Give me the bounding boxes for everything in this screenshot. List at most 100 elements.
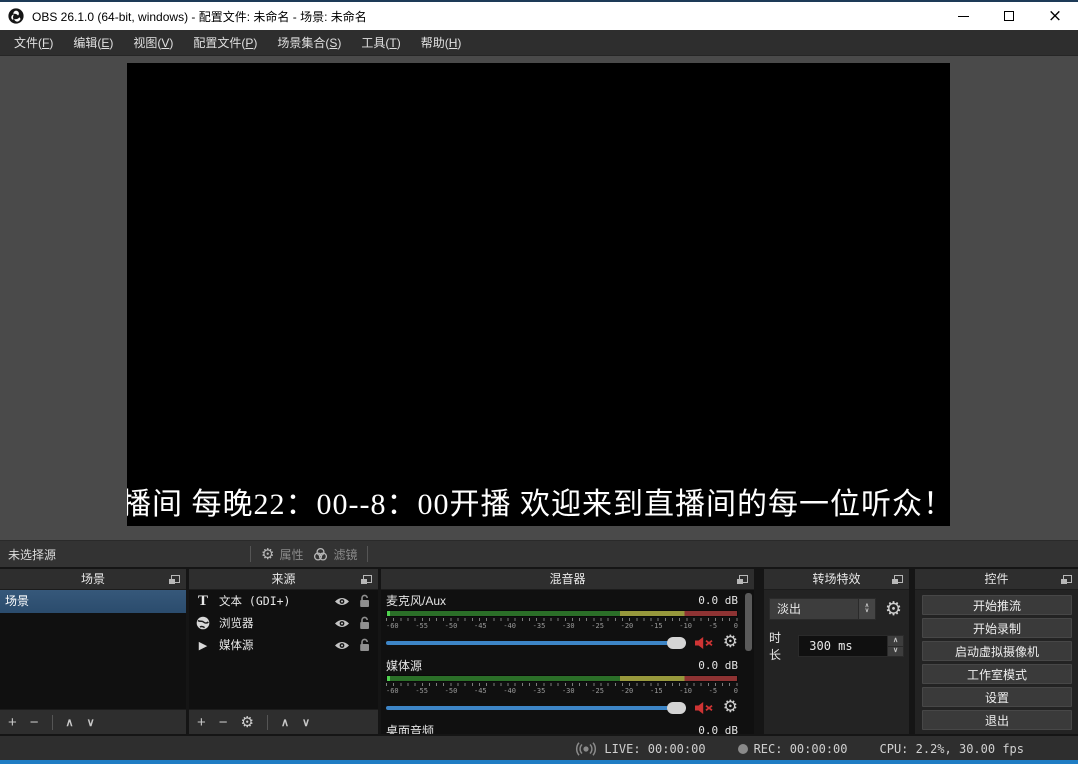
close-button[interactable]: × [1032, 2, 1078, 30]
volume-slider-handle[interactable] [667, 637, 686, 649]
meter-tick-label: 0 [734, 687, 738, 696]
menu-profile[interactable]: 配置文件(P) [183, 30, 267, 55]
rec-timer: REC: 00:00:00 [754, 742, 848, 756]
duration-up-button[interactable]: ∧ [887, 636, 903, 646]
start-streaming-button[interactable]: 开始推流 [922, 595, 1072, 615]
popout-icon [169, 575, 180, 584]
meter-tick-label: -60 [386, 622, 399, 631]
menu-edit[interactable]: 编辑(E) [63, 30, 123, 55]
duration-input[interactable]: 300 ms ∧ ∨ [798, 635, 904, 657]
exit-button[interactable]: 退出 [922, 710, 1072, 730]
visibility-eye-icon[interactable] [334, 618, 350, 629]
controls-buttons: 开始推流 开始录制 启动虚拟摄像机 工作室模式 设置 退出 [915, 590, 1078, 734]
source-name: 媒体源 [219, 637, 326, 653]
dock-area: 场景 场景 + − ∧ ∨ 来源 T 文本 (G [0, 567, 1078, 736]
popout-icon [892, 575, 903, 584]
mute-icon[interactable] [695, 701, 714, 715]
meter-tick-label: -60 [386, 687, 399, 696]
meter-tick-label: -45 [474, 622, 487, 631]
source-list-item[interactable]: T 文本 (GDI+) [189, 590, 378, 612]
meter-tickmarks [386, 683, 738, 686]
sources-header: 来源 [189, 569, 378, 590]
visibility-eye-icon[interactable] [334, 596, 350, 607]
toolbar-separator [367, 546, 368, 562]
window-controls: × [940, 2, 1078, 30]
duration-down-button[interactable]: ∨ [887, 646, 903, 657]
menubar: 文件(F) 编辑(E) 视图(V) 配置文件(P) 场景集合(S) 工具(T) … [0, 30, 1078, 56]
add-source-button[interactable]: + [197, 715, 206, 730]
lock-icon[interactable] [359, 616, 371, 630]
sources-dock: 来源 T 文本 (GDI+) 浏览器 [189, 569, 378, 734]
settings-button[interactable]: 设置 [922, 687, 1072, 707]
scenes-dock: 场景 场景 + − ∧ ∨ [0, 569, 186, 734]
channel-db-value: 0.0 dB [698, 594, 738, 607]
preview-canvas[interactable]: 播间 每晚22：00--8：00开播 欢迎来到直播间的每一位听众！助眠 [127, 63, 950, 526]
live-status: LIVE: 00:00:00 [574, 742, 705, 756]
studio-mode-button[interactable]: 工作室模式 [922, 664, 1072, 684]
scene-list-item[interactable]: 场景 [0, 590, 186, 613]
move-source-up-button[interactable]: ∧ [281, 716, 289, 729]
menu-file[interactable]: 文件(F) [4, 30, 63, 55]
meter-scale: -60-55-50-45-40-35-30-25-20-15-10-50 [386, 687, 738, 696]
move-scene-up-button[interactable]: ∧ [66, 716, 74, 729]
minimize-button[interactable] [940, 2, 986, 30]
mixer-title: 混音器 [381, 569, 754, 590]
remove-source-button[interactable]: − [219, 715, 228, 730]
meter-tick-label: -35 [533, 622, 546, 631]
meter-tick-label: -10 [679, 622, 692, 631]
start-virtual-camera-button[interactable]: 启动虚拟摄像机 [922, 641, 1072, 661]
menu-view[interactable]: 视图(V) [123, 30, 183, 55]
mixer-scrollbar[interactable] [745, 593, 752, 651]
media-source-icon: ▶ [195, 639, 211, 652]
lock-icon[interactable] [359, 594, 371, 608]
combo-spinner[interactable]: ∧ ∨ [858, 599, 875, 619]
transition-gear-icon[interactable]: ⚙ [885, 600, 902, 619]
mixer-content: 麦克风/Aux 0.0 dB -60-55-50-45-40-35-30-25-… [381, 590, 754, 734]
move-source-down-button[interactable]: ∨ [302, 716, 310, 729]
filters-icon [313, 547, 328, 562]
lock-icon[interactable] [359, 638, 371, 652]
record-dot-icon [738, 744, 748, 754]
source-list-item[interactable]: 浏览器 [189, 612, 378, 634]
properties-button[interactable]: ⚙ 属性 [261, 546, 303, 563]
sources-toolbar: + − ⚙ ∧ ∨ [189, 709, 378, 734]
sources-list: T 文本 (GDI+) 浏览器 [189, 590, 378, 709]
text-source-icon: T [195, 593, 211, 610]
meter-scale: -60-55-50-45-40-35-30-25-20-15-10-50 [386, 622, 738, 631]
volume-slider[interactable] [386, 641, 686, 645]
volume-slider-handle[interactable] [667, 702, 686, 714]
live-timer: LIVE: 00:00:00 [604, 742, 705, 756]
gear-icon: ⚙ [261, 547, 274, 562]
source-properties-gear-icon[interactable]: ⚙ [241, 715, 254, 730]
meter-tick-label: -20 [621, 622, 634, 631]
mixer-header: 混音器 [381, 569, 754, 590]
sources-title: 来源 [189, 569, 378, 590]
start-recording-button[interactable]: 开始录制 [922, 618, 1072, 638]
volume-slider[interactable] [386, 706, 686, 710]
chevron-up-icon: ∧ [893, 638, 898, 644]
transitions-header: 转场特效 [764, 569, 909, 590]
popout-icon [1061, 575, 1072, 584]
toolbar-separator [267, 715, 268, 730]
channel-gear-icon[interactable]: ⚙ [723, 634, 738, 651]
maximize-button[interactable] [986, 2, 1032, 30]
filters-button[interactable]: 滤镜 [313, 546, 357, 563]
mute-icon[interactable] [695, 636, 714, 650]
duration-label: 时长 [769, 629, 792, 663]
meter-tick-label: -45 [474, 687, 487, 696]
transition-select[interactable]: 淡出 ∧ ∨ [769, 598, 876, 620]
add-scene-button[interactable]: + [8, 715, 17, 730]
move-scene-down-button[interactable]: ∨ [87, 716, 95, 729]
menu-help[interactable]: 帮助(H) [411, 30, 472, 55]
remove-scene-button[interactable]: − [30, 715, 39, 730]
menu-tools[interactable]: 工具(T) [351, 30, 410, 55]
menu-scene-collection[interactable]: 场景集合(S) [267, 30, 351, 55]
visibility-eye-icon[interactable] [334, 640, 350, 651]
source-list-item[interactable]: ▶ 媒体源 [189, 634, 378, 656]
controls-header: 控件 [915, 569, 1078, 590]
broadcast-icon [574, 742, 598, 756]
meter-tick-label: -10 [679, 687, 692, 696]
channel-gear-icon[interactable]: ⚙ [723, 699, 738, 716]
transitions-title: 转场特效 [764, 569, 909, 590]
rec-status: REC: 00:00:00 [738, 742, 848, 756]
